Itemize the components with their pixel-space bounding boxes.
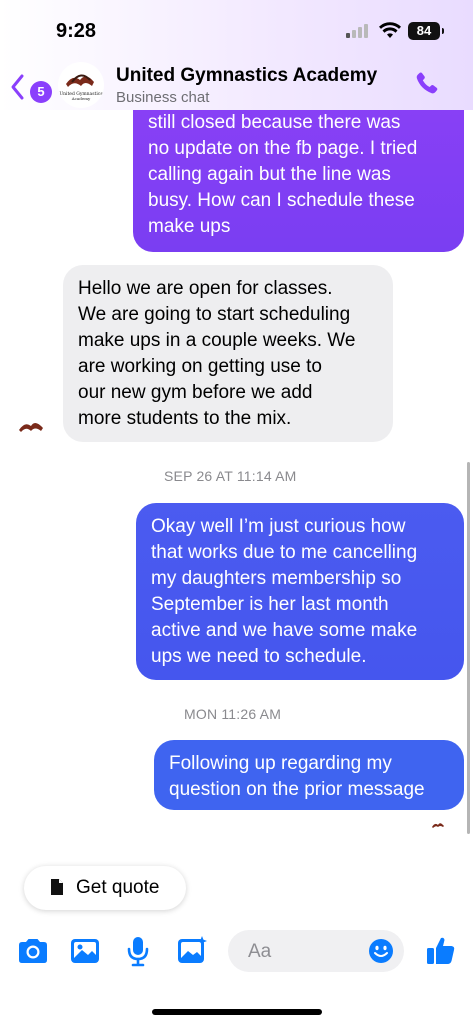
message-line: ups we need to schedule. bbox=[151, 646, 367, 667]
read-receipt-avatar bbox=[430, 818, 446, 834]
message-input[interactable]: Aa bbox=[228, 930, 404, 972]
message-timestamp: SEP 26 AT 11:14 AM bbox=[164, 468, 297, 484]
sender-avatar[interactable] bbox=[14, 412, 48, 446]
gymnast-logo-icon bbox=[19, 422, 43, 432]
message-bubble-outgoing[interactable]: Following up regarding my question on th… bbox=[154, 740, 464, 810]
message-bubble-outgoing[interactable]: Okay well I’m just curious how that work… bbox=[136, 503, 464, 680]
photo-icon[interactable] bbox=[68, 934, 102, 968]
message-line: make ups bbox=[148, 216, 231, 237]
wifi-icon bbox=[379, 22, 401, 38]
message-line: our new gym before we add bbox=[78, 382, 313, 403]
microphone-icon[interactable] bbox=[121, 934, 155, 968]
message-line: that works due to me cancelling bbox=[151, 542, 418, 563]
message-line: September is her last month bbox=[151, 594, 389, 615]
scrollbar[interactable] bbox=[467, 462, 470, 834]
chat-header: 5 United Gymnastics Academy United Gymna… bbox=[0, 60, 473, 110]
message-bubble-outgoing[interactable]: still closed because there was no update… bbox=[133, 88, 464, 252]
logo-text-line2: Academy bbox=[71, 96, 91, 101]
home-indicator[interactable] bbox=[152, 1009, 322, 1015]
get-quote-button[interactable]: Get quote bbox=[24, 866, 186, 910]
message-line: We are going to start scheduling bbox=[78, 304, 351, 325]
message-line: calling again but the line was bbox=[148, 164, 391, 185]
status-bar: 9:28 84 bbox=[0, 0, 473, 60]
camera-icon[interactable] bbox=[16, 934, 50, 968]
business-logo-avatar[interactable]: United Gymnastics Academy bbox=[58, 62, 104, 108]
document-icon bbox=[51, 879, 63, 895]
message-line: Hello we are open for classes. bbox=[78, 278, 333, 299]
message-line: no update on the fb page. I tried bbox=[148, 138, 418, 159]
sticker-image-icon[interactable] bbox=[175, 934, 209, 968]
message-bubble-incoming[interactable]: Hello we are open for classes. We are go… bbox=[63, 265, 393, 442]
status-time: 9:28 bbox=[56, 20, 97, 42]
message-line: are working on getting use to bbox=[78, 356, 322, 377]
message-input-placeholder: Aa bbox=[248, 941, 272, 962]
back-button[interactable]: 5 bbox=[6, 68, 54, 103]
battery-indicator: 84 bbox=[408, 22, 444, 40]
message-line: more students to the mix. bbox=[78, 408, 292, 429]
chevron-left-icon bbox=[11, 74, 24, 100]
message-line: my daughters membership so bbox=[151, 568, 402, 589]
chat-title[interactable]: United Gymnastics Academy bbox=[116, 65, 377, 87]
gymnast-logo-icon bbox=[432, 823, 444, 828]
cellular-signal-icon bbox=[346, 24, 372, 38]
message-line: Okay well I’m just curious how bbox=[151, 516, 406, 537]
chat-subtitle: Business chat bbox=[116, 89, 210, 106]
emoji-icon[interactable] bbox=[368, 938, 394, 964]
message-line: make ups in a couple weeks. We bbox=[78, 330, 356, 351]
get-quote-label: Get quote bbox=[76, 877, 160, 898]
message-line: question on the prior message bbox=[169, 779, 425, 800]
phone-call-icon[interactable] bbox=[412, 70, 440, 98]
message-timestamp: MON 11:26 AM bbox=[184, 706, 282, 722]
message-line: active and we have some make bbox=[151, 620, 418, 641]
message-line: busy. How can I schedule these bbox=[148, 190, 415, 211]
thumbs-up-icon[interactable] bbox=[424, 934, 458, 968]
gymnast-logo-icon: United Gymnastics Academy bbox=[59, 74, 103, 101]
message-line: still closed because there was bbox=[148, 112, 401, 133]
message-line: Following up regarding my bbox=[169, 753, 392, 774]
unread-count-badge: 5 bbox=[30, 81, 52, 103]
